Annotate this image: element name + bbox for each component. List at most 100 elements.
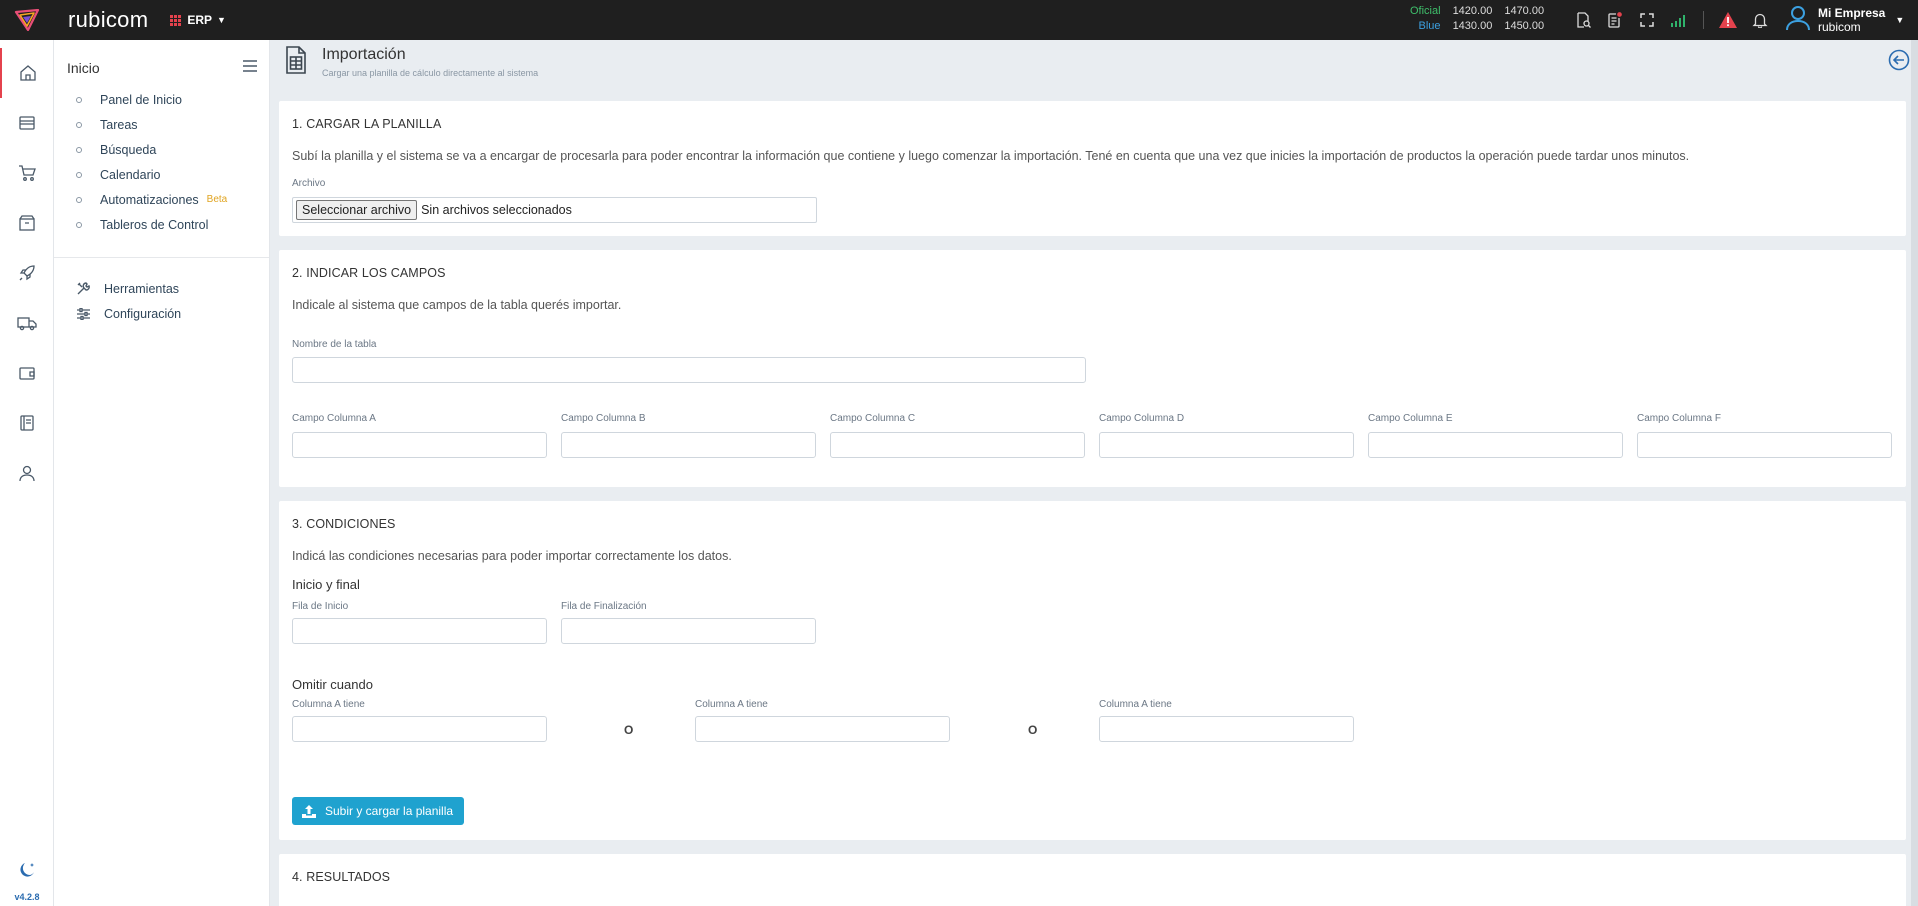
sidebar-item-configuracion[interactable]: Configuración	[54, 301, 269, 326]
book-icon[interactable]	[0, 398, 54, 448]
end-row-label: Fila de Finalización	[561, 601, 647, 612]
clipboard-notification-icon[interactable]	[1599, 0, 1631, 40]
chevron-down-icon: ▼	[217, 15, 226, 25]
tools-icon	[76, 282, 90, 295]
upload-icon	[302, 804, 316, 818]
or-separator: O	[624, 723, 634, 737]
file-input[interactable]: Seleccionar archivo Sin archivos selecci…	[292, 197, 817, 223]
rate-row-oficial: Oficial 1420.00 1470.00	[1410, 4, 1544, 19]
sidebar-header: Inicio	[54, 49, 269, 87]
dark-mode-icon[interactable]	[0, 861, 54, 884]
upload-button-label: Subir y cargar la planilla	[325, 804, 454, 818]
column-f-label: Campo Columna F	[1637, 413, 1721, 424]
upload-spreadsheet-card: 1. CARGAR LA PLANILLA Subí la planilla y…	[279, 101, 1906, 236]
module-label: ERP	[187, 13, 213, 27]
section-description: Subí la planilla y el sistema se va a en…	[292, 149, 1690, 163]
app-version: v4.2.8	[14, 892, 40, 902]
column-b-input[interactable]	[561, 432, 816, 458]
sidebar-item-tareas[interactable]: Tareas	[76, 112, 269, 137]
divider	[1703, 11, 1704, 29]
scrollbar[interactable]	[1911, 40, 1918, 906]
beta-badge: Beta	[206, 194, 228, 205]
column-d-label: Campo Columna D	[1099, 413, 1185, 424]
icon-rail: v4.2.8	[0, 40, 54, 906]
or-separator: O	[1028, 723, 1038, 737]
end-row-input[interactable]	[561, 618, 816, 644]
divider	[54, 257, 269, 258]
page-title: Importación	[322, 46, 406, 63]
omit-column-input[interactable]	[1099, 716, 1354, 742]
top-actions	[1567, 0, 1776, 40]
document-search-icon[interactable]	[1567, 0, 1599, 40]
table-name-input[interactable]	[292, 357, 1086, 383]
rate-buy: 1420.00	[1452, 5, 1493, 17]
column-d-input[interactable]	[1099, 432, 1354, 458]
circle-bullet-icon	[76, 196, 82, 203]
box-icon[interactable]	[0, 198, 54, 248]
sidebar-item-label: Tareas	[100, 117, 138, 132]
user-icon[interactable]	[0, 448, 54, 498]
table-name-label: Nombre de la tabla	[292, 339, 377, 350]
sidebar-item-herramientas[interactable]: Herramientas	[54, 276, 269, 301]
section-title: 3. CONDICIONES	[292, 517, 396, 531]
sidebar-item-busqueda[interactable]: Búsqueda	[76, 137, 269, 162]
section-description: Indicale al sistema que campos de la tab…	[292, 298, 622, 312]
sidebar-item-label: Herramientas	[104, 281, 180, 296]
page-subtitle: Cargar una planilla de cálculo directame…	[322, 68, 539, 78]
range-title: Inicio y final	[292, 577, 360, 592]
sidebar-title: Inicio	[67, 60, 100, 76]
fullscreen-icon[interactable]	[1631, 0, 1663, 40]
upload-button[interactable]: Subir y cargar la planilla	[292, 797, 465, 825]
omit-column-input[interactable]	[695, 716, 950, 742]
user-company: Mi Empresa	[1818, 6, 1886, 20]
user-name: rubicom	[1818, 20, 1861, 34]
sliders-icon	[76, 307, 90, 320]
sidebar-item-label: Tableros de Control	[100, 217, 209, 232]
module-switcher[interactable]: ERP ▼	[170, 13, 226, 27]
sidebar-item-panel-de-inicio[interactable]: Panel de Inicio	[76, 87, 269, 112]
sidebar-item-label: Automatizaciones	[100, 192, 199, 207]
select-file-button[interactable]: Seleccionar archivo	[296, 200, 418, 220]
brand-name[interactable]: rubicom	[68, 7, 148, 33]
sidebar-item-label: Búsqueda	[100, 142, 157, 157]
file-label: Archivo	[292, 178, 326, 189]
column-e-label: Campo Columna E	[1368, 413, 1453, 424]
cart-icon[interactable]	[0, 148, 54, 198]
rate-label: Blue	[1418, 20, 1441, 32]
chevron-down-icon: ▼	[1895, 15, 1905, 25]
start-row-input[interactable]	[292, 618, 547, 644]
user-menu[interactable]: Mi Empresa rubicom ▼	[1786, 0, 1904, 40]
omit-column-label: Columna A tiene	[695, 699, 768, 710]
column-e-input[interactable]	[1368, 432, 1623, 458]
column-a-label: Campo Columna A	[292, 413, 376, 424]
column-a-input[interactable]	[292, 432, 547, 458]
sidebar-tools: Herramientas Configuración	[54, 276, 269, 326]
sidebar: Inicio Panel de Inicio Tareas Búsqueda C…	[54, 40, 270, 906]
hamburger-menu-icon[interactable]	[243, 59, 257, 77]
home-icon[interactable]	[0, 48, 54, 98]
signal-icon[interactable]	[1663, 0, 1695, 40]
rubicom-logo-icon[interactable]	[0, 0, 54, 40]
user-avatar-icon	[1786, 5, 1810, 36]
circle-bullet-icon	[76, 96, 82, 103]
rocket-icon[interactable]	[0, 248, 54, 298]
column-f-input[interactable]	[1637, 432, 1892, 458]
store-icon[interactable]	[0, 98, 54, 148]
sidebar-nav: Panel de Inicio Tareas Búsqueda Calendar…	[54, 87, 269, 237]
wallet-icon[interactable]	[0, 348, 54, 398]
sidebar-item-tableros-de-control[interactable]: Tableros de Control	[76, 212, 269, 237]
omit-column-input[interactable]	[292, 716, 547, 742]
sidebar-item-calendario[interactable]: Calendario	[76, 162, 269, 187]
warning-icon[interactable]	[1712, 0, 1744, 40]
section-description: Indicá las condiciones necesarias para p…	[292, 549, 732, 563]
truck-icon[interactable]	[0, 298, 54, 348]
results-card: 4. RESULTADOS	[279, 854, 1906, 906]
file-status: Sin archivos seleccionados	[421, 203, 572, 217]
main-content: Importación Cargar una planilla de cálcu…	[271, 40, 1918, 906]
omit-column-label: Columna A tiene	[292, 699, 365, 710]
back-arrow-icon[interactable]	[1888, 49, 1910, 76]
bell-icon[interactable]	[1744, 0, 1776, 40]
column-c-input[interactable]	[830, 432, 1085, 458]
section-title: 4. RESULTADOS	[292, 870, 391, 884]
sidebar-item-automatizaciones[interactable]: Automatizaciones Beta	[76, 187, 269, 212]
